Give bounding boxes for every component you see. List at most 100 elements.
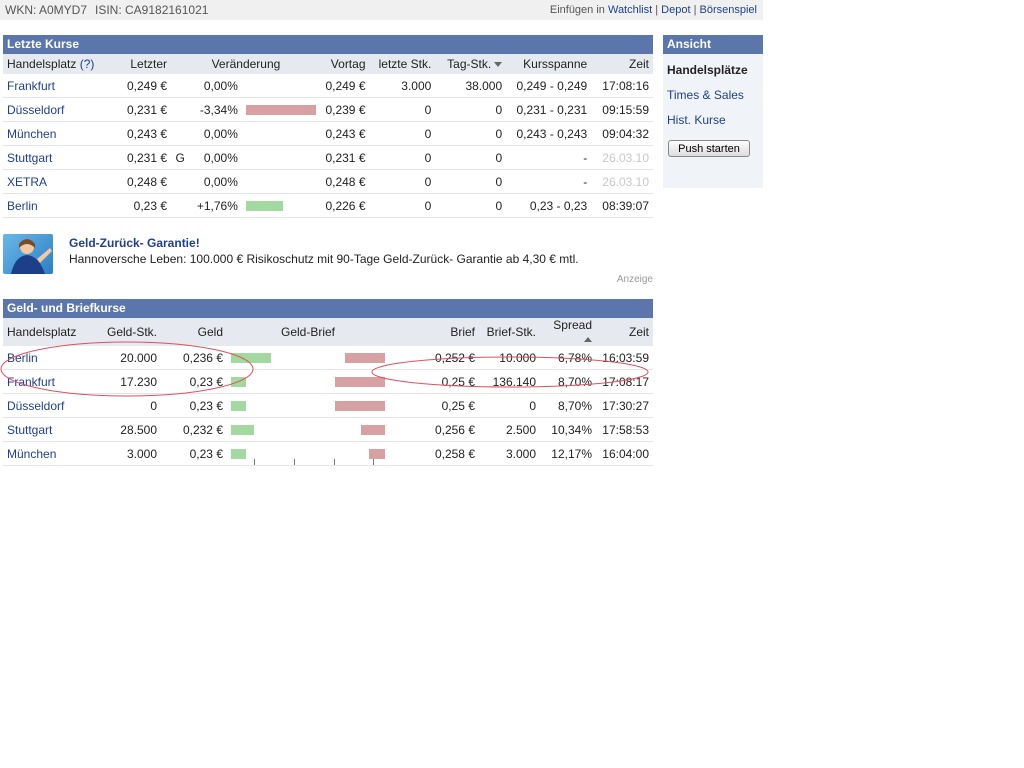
help-link[interactable]: (?) bbox=[80, 57, 95, 71]
wkn-label: WKN: A0MYD7 bbox=[5, 3, 88, 17]
time: 17:58:53 bbox=[596, 417, 653, 442]
time: 26.03.10 bbox=[591, 169, 653, 194]
push-start-button[interactable]: Push starten bbox=[668, 140, 750, 157]
change-bar-cell bbox=[241, 74, 321, 98]
exchange-link[interactable]: Stuttgart bbox=[7, 423, 52, 437]
last-quantity: 0 bbox=[369, 121, 436, 146]
isin-label: ISIN: CA9182161021 bbox=[95, 3, 209, 17]
bid-quantity: 28.500 bbox=[88, 417, 161, 442]
ad-text: Hannoversche Leben: 100.000 € Risikoschu… bbox=[69, 252, 579, 266]
table-row: XETRA 0,248 €0,00% 0,248 €0 0-26.03.10 bbox=[3, 169, 653, 194]
header-label: Handelsplatz bbox=[7, 57, 77, 71]
change-bar-cell bbox=[241, 145, 321, 170]
last-price: 0,231 € bbox=[104, 97, 172, 122]
bid-bar-cell bbox=[227, 441, 299, 466]
day-quantity: 0 bbox=[435, 169, 507, 194]
time: 09:04:32 bbox=[591, 121, 653, 146]
exchange-link[interactable]: München bbox=[7, 127, 56, 141]
day-quantity: 0 bbox=[435, 193, 507, 218]
price-flag bbox=[171, 121, 190, 146]
last-quantity: 0 bbox=[369, 97, 436, 122]
sidebar-item-handelsplätze[interactable]: Handelsplätze bbox=[667, 63, 748, 77]
ad-image[interactable] bbox=[3, 234, 53, 274]
ask-quantity: 3.000 bbox=[479, 441, 540, 466]
person-icon bbox=[11, 239, 52, 274]
annotation-overlay bbox=[0, 341, 649, 397]
previous-price: 0,243 € bbox=[320, 121, 370, 146]
exchange-link[interactable]: Frankfurt bbox=[7, 79, 55, 93]
day-quantity: 0 bbox=[435, 97, 507, 122]
time: 08:39:07 bbox=[591, 193, 653, 218]
table-row: München 0,243 €0,00% 0,243 €0 0 0,243 - 0,24… bbox=[3, 121, 653, 146]
letzte-kurse-table: Handelsplatz (?) Letzter Veränderung Vor… bbox=[3, 54, 653, 218]
last-quantity: 3.000 bbox=[369, 74, 436, 98]
tick-mark bbox=[294, 459, 295, 465]
change-percent: 0,00% bbox=[189, 121, 242, 146]
table-row: Frankfurt 0,249 €0,00% 0,249 €3.000 38.000 0… bbox=[3, 74, 653, 98]
col-veraenderung[interactable]: Veränderung bbox=[171, 54, 321, 74]
bid-bar-cell bbox=[227, 417, 299, 442]
price-flag: G bbox=[171, 145, 190, 170]
sidebar-item-hist-kurse[interactable]: Hist. Kurse bbox=[667, 113, 726, 127]
table-row: Berlin 0,23 € +1,76% 0,226 €0 0 0,23 - 0,23 08… bbox=[3, 193, 653, 218]
ask-bar-cell bbox=[299, 441, 389, 466]
separator: | bbox=[693, 4, 697, 16]
last-price: 0,243 € bbox=[104, 121, 172, 146]
change-percent: 0,00% bbox=[189, 74, 242, 98]
annotation-ellipse-right bbox=[371, 356, 649, 388]
last-price: 0,248 € bbox=[104, 169, 172, 194]
col-kursspanne[interactable]: Kursspanne bbox=[506, 54, 592, 74]
letzte-kurse-title: Letzte Kurse bbox=[3, 35, 653, 54]
table-row: Düsseldorf 0,231 € -3,34% 0,239 €0 0 0,231 - … bbox=[3, 97, 653, 122]
ask-bar bbox=[361, 425, 385, 436]
price-range: 0,231 - 0,231 bbox=[506, 97, 592, 122]
last-quantity: 0 bbox=[369, 169, 436, 194]
table-row: Stuttgart 0,231 € G 0,00% 0,231 €0 0-26.03.10 bbox=[3, 145, 653, 170]
exchange-link[interactable]: Düsseldorf bbox=[7, 103, 64, 117]
price-range: - bbox=[506, 145, 592, 170]
previous-price: 0,239 € bbox=[320, 97, 370, 122]
depot-link[interactable]: Depot bbox=[661, 4, 690, 16]
bid-quantity: 3.000 bbox=[88, 441, 161, 466]
col-zeit[interactable]: Zeit bbox=[591, 54, 653, 74]
watchlist-link[interactable]: Watchlist bbox=[608, 4, 652, 16]
geld-brief-title: Geld- und Briefkurse bbox=[3, 299, 653, 318]
exchange-link[interactable]: München bbox=[7, 447, 56, 461]
col-letzte-stk[interactable]: letzte Stk. bbox=[369, 54, 436, 74]
price-range: 0,243 - 0,243 bbox=[506, 121, 592, 146]
col-letzter[interactable]: Letzter bbox=[104, 54, 172, 74]
col-tag-stk[interactable]: Tag-Stk. bbox=[435, 54, 507, 74]
exchange-link[interactable]: XETRA bbox=[7, 175, 47, 189]
ask-bar bbox=[369, 449, 385, 460]
last-price: 0,23 € bbox=[104, 193, 172, 218]
col-vortag[interactable]: Vortag bbox=[320, 54, 370, 74]
previous-price: 0,231 € bbox=[320, 145, 370, 170]
ask-price: 0,256 € bbox=[389, 417, 479, 442]
spread: 10,34% bbox=[540, 417, 596, 442]
change-percent: 0,00% bbox=[189, 145, 242, 170]
table-header-row: Handelsplatz (?) Letzter Veränderung Vor… bbox=[3, 54, 653, 74]
sidebar-item-times-sales[interactable]: Times & Sales bbox=[667, 88, 744, 102]
time: 16:04:00 bbox=[596, 441, 653, 466]
change-percent: -3,34% bbox=[189, 97, 242, 122]
day-quantity: 0 bbox=[435, 145, 507, 170]
spread: 12,17% bbox=[540, 441, 596, 466]
previous-price: 0,249 € bbox=[320, 74, 370, 98]
previous-price: 0,226 € bbox=[320, 193, 370, 218]
exchange-link[interactable]: Berlin bbox=[7, 199, 38, 213]
price-range: 0,249 - 0,249 bbox=[506, 74, 592, 98]
bid-bar bbox=[231, 425, 254, 436]
tick-mark bbox=[334, 459, 335, 465]
price-range: 0,23 - 0,23 bbox=[506, 193, 592, 218]
insert-label: Einfügen in bbox=[549, 4, 605, 16]
header-label: Tag-Stk. bbox=[447, 57, 492, 71]
ad-banner[interactable]: Geld-Zurück- Garantie! Hannoversche Lebe… bbox=[3, 234, 653, 286]
exchange-link[interactable]: Stuttgart bbox=[7, 151, 52, 165]
ask-price: 0,258 € bbox=[389, 441, 479, 466]
boersenspiel-link[interactable]: Börsenspiel bbox=[700, 4, 757, 16]
change-bar-cell bbox=[241, 169, 321, 194]
time: 17:08:16 bbox=[591, 74, 653, 98]
ad-title-link[interactable]: Geld-Zurück- Garantie! bbox=[69, 236, 200, 250]
table-row: München 3.000 0,23 €0,258 €3.000 12,17% 16:0… bbox=[3, 441, 653, 466]
top-bar: WKN: A0MYD7 ISIN: CA9182161021 Einfügen … bbox=[0, 0, 763, 20]
